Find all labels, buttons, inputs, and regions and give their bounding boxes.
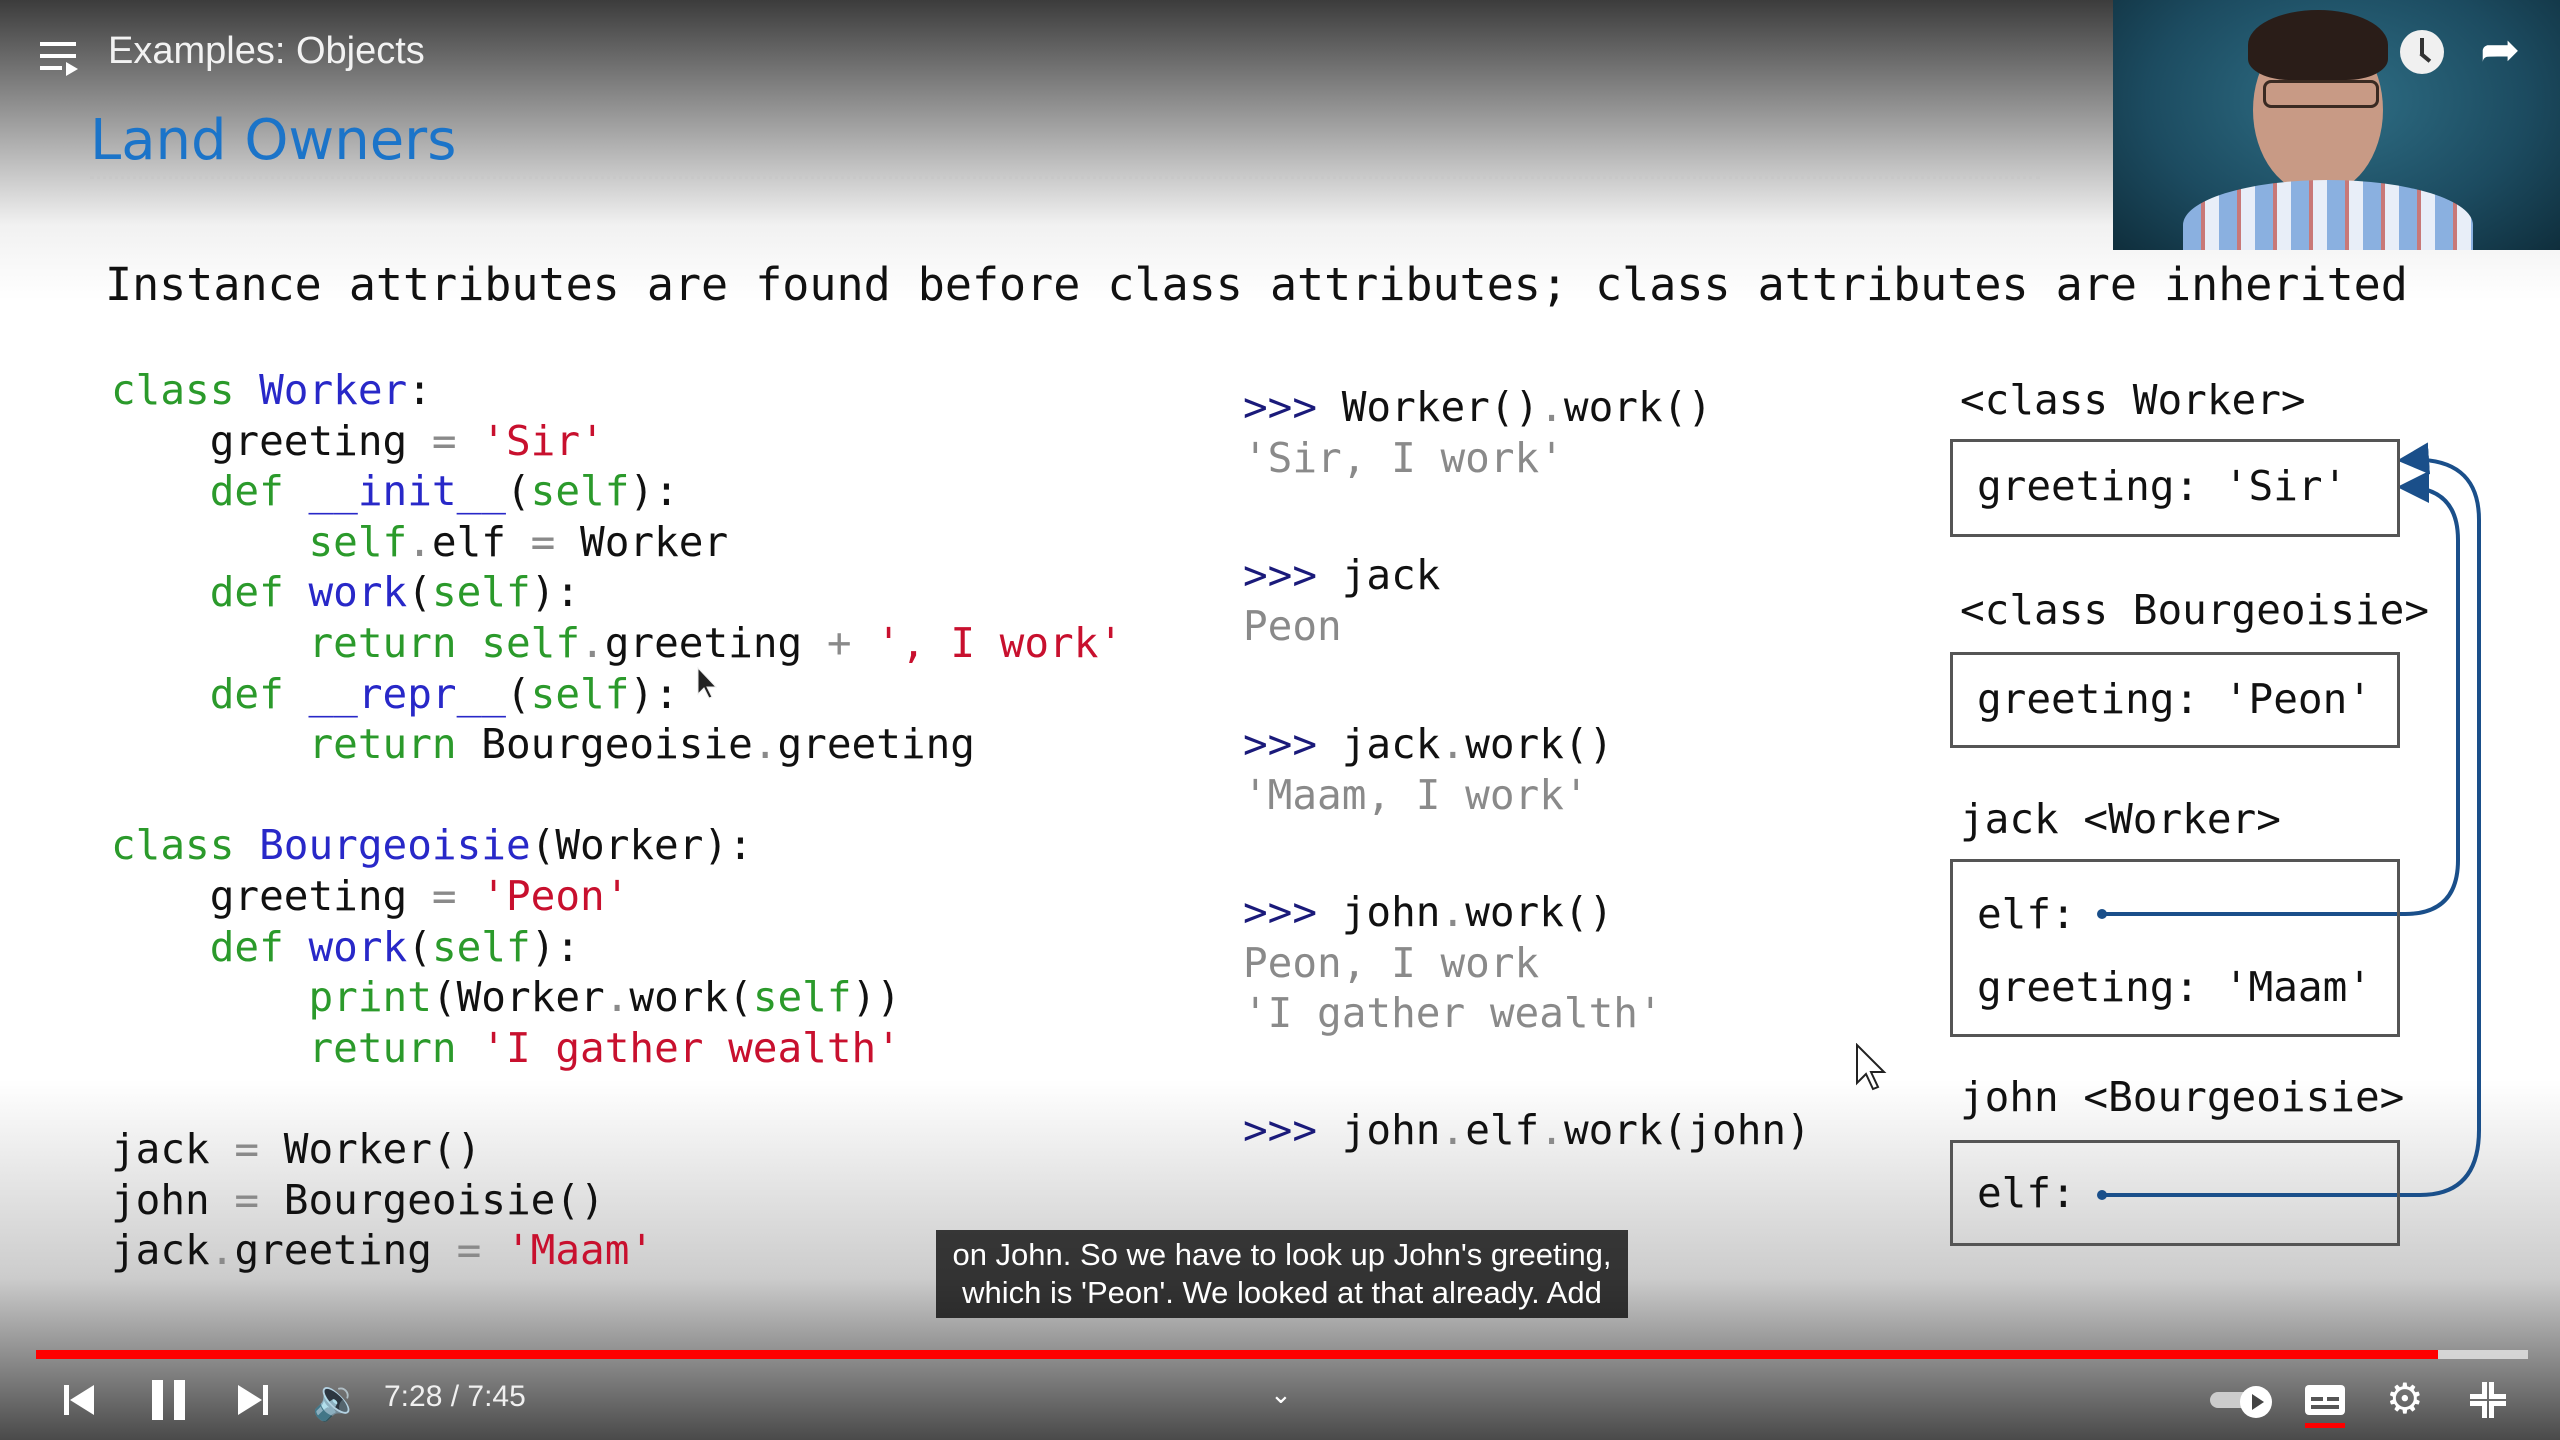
playlist-menu-icon[interactable] xyxy=(40,40,78,76)
progress-played xyxy=(36,1350,2439,1359)
jack-elf-attr: elf: xyxy=(1977,890,2076,938)
john-instance-box: elf: xyxy=(1950,1140,2400,1246)
share-arrow-icon[interactable]: ➦ xyxy=(2480,22,2520,78)
autoplay-toggle-icon[interactable] xyxy=(2210,1386,2274,1418)
pause-icon[interactable] xyxy=(152,1380,186,1420)
caption-box: on John. So we have to look up John's gr… xyxy=(936,1230,1628,1318)
captions-icon[interactable] xyxy=(2305,1385,2345,1428)
skip-previous-icon[interactable] xyxy=(64,1385,94,1415)
worker-class-box: greeting: 'Sir' xyxy=(1950,439,2400,537)
worker-greeting-attr: greeting: 'Sir' xyxy=(1977,462,2348,510)
jack-greeting-attr: greeting: 'Maam' xyxy=(1977,963,2372,1011)
john-instance-label: john <Bourgeoisie> xyxy=(1960,1073,2405,1121)
john-elf-attr: elf: xyxy=(1977,1169,2076,1217)
slide-cursor-icon xyxy=(697,666,718,699)
time-display: 7:28 / 7:45 xyxy=(384,1380,526,1413)
current-time: 7:28 xyxy=(384,1380,443,1413)
worker-class-label: <class Worker> xyxy=(1960,376,2306,424)
jack-instance-label: jack <Worker> xyxy=(1960,795,2281,843)
bourgeoisie-class-box: greeting: 'Peon' xyxy=(1950,652,2400,748)
video-title[interactable]: Examples: Objects xyxy=(108,30,425,73)
duration: 7:45 xyxy=(467,1380,526,1413)
clock-icon[interactable] xyxy=(2400,30,2444,74)
bourgeoisie-class-label: <class Bourgeoisie> xyxy=(1960,586,2429,634)
volume-icon[interactable]: 🔉 xyxy=(312,1376,362,1423)
exit-fullscreen-icon[interactable] xyxy=(2470,1382,2506,1418)
caption-line-1: on John. So we have to look up John's gr… xyxy=(952,1237,1612,1272)
progress-bar[interactable] xyxy=(36,1350,2528,1359)
caption-line-2: which is 'Peon'. We looked at that alrea… xyxy=(962,1275,1602,1310)
mouse-cursor-icon xyxy=(1856,1043,1887,1091)
gear-icon[interactable]: ⚙ xyxy=(2386,1374,2424,1423)
bourgeoisie-greeting-attr: greeting: 'Peon' xyxy=(1977,675,2372,723)
jack-instance-box: elf: greeting: 'Maam' xyxy=(1950,859,2400,1037)
chevron-down-icon[interactable]: ⌄ xyxy=(1270,1380,1292,1410)
skip-next-icon[interactable] xyxy=(238,1385,268,1415)
